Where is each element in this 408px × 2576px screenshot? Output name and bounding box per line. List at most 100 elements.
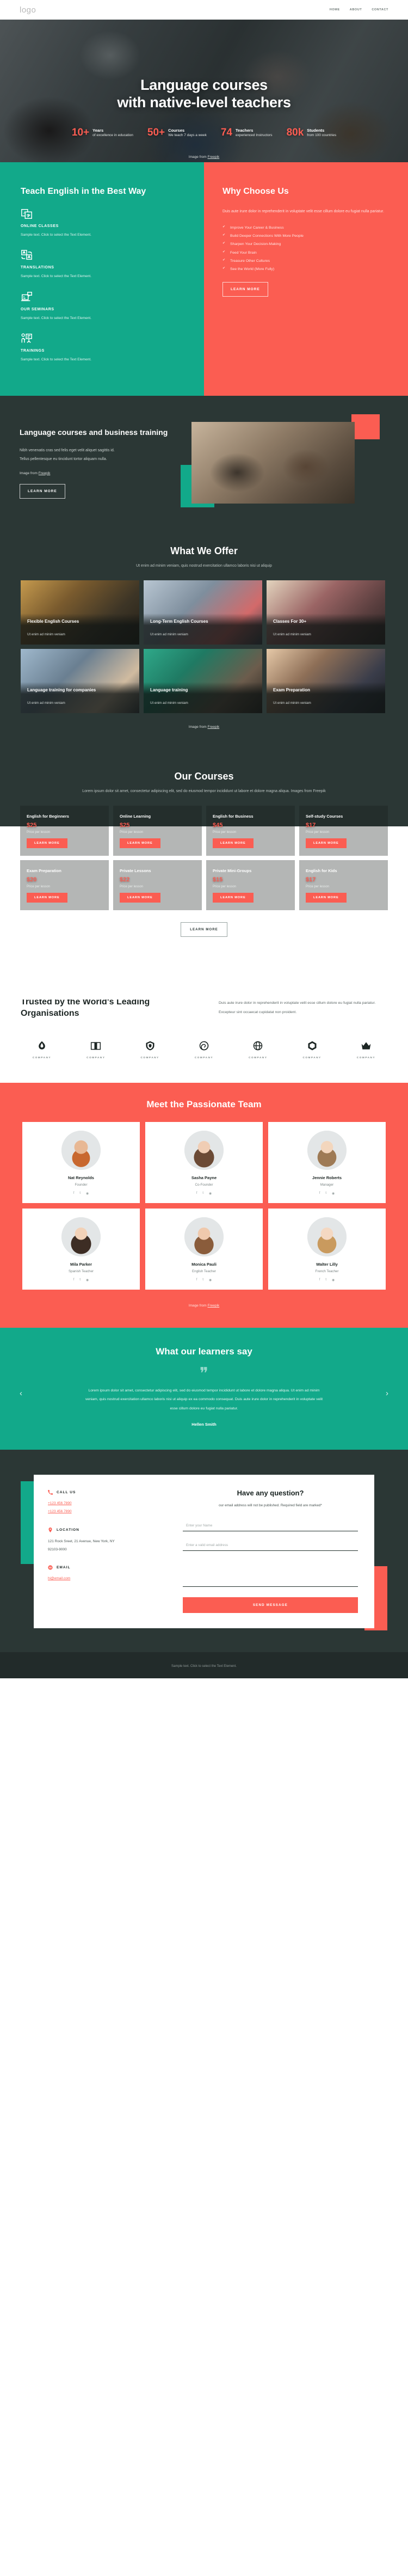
course-learn-more-button[interactable]: LEARN MORE [120, 892, 160, 903]
course-price: $17 [306, 821, 316, 829]
offer-card[interactable]: Classes For 30+ Ut enim ad minim veniam [267, 580, 385, 645]
feature-online-classes[interactable]: A ONLINE CLASSES Sample text. Click to s… [21, 208, 98, 238]
partner-logo[interactable]: COMPANY [345, 1040, 387, 1059]
course-price: $25 [27, 821, 37, 829]
name-input[interactable] [183, 1520, 358, 1531]
crown-logo-icon [360, 1040, 372, 1051]
offer-card[interactable]: Flexible English Courses Ut enim ad mini… [21, 580, 139, 645]
partner-logo[interactable]: COMPANY [129, 1040, 171, 1059]
course-title: Private Lessons [120, 868, 151, 873]
twitter-icon[interactable]: t [325, 1278, 326, 1282]
facebook-icon[interactable]: f [319, 1278, 320, 1282]
instagram-icon[interactable]: ◉ [209, 1192, 212, 1195]
freepik-link[interactable]: Freepik [208, 155, 220, 159]
team-member-card[interactable]: Mila Parker Spanish Teacher f t ◉ [22, 1208, 140, 1290]
instagram-icon[interactable]: ◉ [209, 1278, 212, 1282]
course-learn-more-button[interactable]: LEARN MORE [27, 838, 67, 848]
feature-trainings[interactable]: TRAININGS Sample text. Click to select t… [21, 333, 98, 363]
instagram-icon[interactable]: ◉ [332, 1192, 335, 1195]
course-card[interactable]: English for Business $45 Price per lesso… [206, 806, 295, 856]
avatar [307, 1217, 347, 1256]
member-name: Walter Lilly [316, 1261, 338, 1267]
team-member-card[interactable]: Sasha Payne Co-Founder f t ◉ [145, 1121, 263, 1203]
team-member-card[interactable]: Jennie Roberts Manager f t ◉ [268, 1121, 386, 1203]
business-learn-more-button[interactable]: LEARN MORE [20, 483, 65, 499]
avatar [184, 1130, 224, 1170]
nav-item-contact[interactable]: CONTACT [372, 8, 388, 11]
offer-credit-wrap: Image from Freepik [0, 721, 408, 752]
offer-card[interactable]: Long-Term English Courses Ut enim ad min… [144, 580, 262, 645]
site-header: logo HOME ABOUT CONTACT [0, 0, 408, 20]
team-member-card[interactable]: Walter Lilly French Teacher f t ◉ [268, 1208, 386, 1290]
offer-card[interactable]: Language training Ut enim ad minim venia… [144, 649, 262, 714]
course-learn-more-button[interactable]: LEARN MORE [213, 892, 254, 903]
team-title: Meet the Passionate Team [146, 1099, 262, 1109]
nav-item-home[interactable]: HOME [330, 8, 340, 11]
courses-learn-more-button[interactable]: LEARN MORE [181, 922, 227, 937]
twitter-icon[interactable]: t [202, 1192, 203, 1195]
testimonial-title: What our learners say [156, 1346, 252, 1357]
facebook-icon[interactable]: f [196, 1192, 197, 1195]
twitter-icon[interactable]: t [325, 1192, 326, 1195]
instagram-icon[interactable]: ◉ [86, 1278, 89, 1282]
feature-translations[interactable]: TRANSLATIONS Sample text. Click to selec… [21, 249, 98, 280]
offer-header: What We Offer Ut enim ad minim veniam, q… [0, 527, 408, 580]
facebook-icon[interactable]: f [73, 1278, 75, 1282]
instagram-icon[interactable]: ◉ [332, 1278, 335, 1282]
freepik-link[interactable]: Freepik [208, 1304, 220, 1308]
partner-logo[interactable]: COMPANY [183, 1040, 225, 1059]
freepik-link[interactable]: Freepik [208, 725, 220, 729]
course-learn-more-button[interactable]: LEARN MORE [306, 838, 347, 848]
facebook-icon[interactable]: f [319, 1192, 320, 1195]
team-member-card[interactable]: Nat Reynolds Founder f t ◉ [22, 1121, 140, 1203]
offer-card-title: Exam Preparation [273, 688, 311, 693]
freepik-link[interactable]: Freepik [39, 471, 51, 475]
course-learn-more-button[interactable]: LEARN MORE [120, 838, 160, 848]
course-learn-more-button[interactable]: LEARN MORE [306, 892, 347, 903]
translate-cards-icon: A [21, 208, 33, 220]
email-input[interactable] [183, 1540, 358, 1551]
course-card[interactable]: Private Mini-Groups $15 Price per lesson… [206, 860, 295, 911]
red-accent-block [351, 414, 380, 440]
course-card[interactable]: Self-study Courses $17 Price per lesson … [299, 806, 388, 856]
offer-card[interactable]: Language training for companies Ut enim … [21, 649, 139, 714]
offer-card[interactable]: Exam Preparation Ut enim ad minim veniam [267, 649, 385, 714]
send-message-button[interactable]: SEND MESSAGE [183, 1597, 358, 1613]
twitter-icon[interactable]: t [79, 1192, 81, 1195]
course-card[interactable]: English for Kids $17 Price per lesson LE… [299, 860, 388, 911]
twitter-icon[interactable]: t [202, 1278, 203, 1282]
course-card[interactable]: Online Learning $25 Price per lesson LEA… [113, 806, 202, 856]
courses-more-wrap: LEARN MORE [0, 922, 408, 937]
instagram-icon[interactable]: ◉ [86, 1192, 89, 1195]
stat-sub: from 100 countries [307, 133, 337, 137]
carousel-next-icon[interactable]: › [386, 1389, 388, 1398]
course-learn-more-button[interactable]: LEARN MORE [213, 838, 254, 848]
hero-image-credit: Image from Freepik [189, 155, 219, 162]
facebook-icon[interactable]: f [73, 1192, 75, 1195]
phone-link-2[interactable]: +123 456 7890 [48, 1508, 157, 1516]
course-learn-more-button[interactable]: LEARN MORE [27, 892, 67, 903]
facebook-icon[interactable]: f [196, 1278, 197, 1282]
course-card[interactable]: Exam Preparation $20 Price per lesson LE… [20, 860, 109, 911]
feature-our-seminars[interactable]: OUR SEMINARS Sample text. Click to selec… [21, 291, 98, 322]
phone-link-1[interactable]: +123 456 7890 [48, 1500, 157, 1508]
nav-item-about[interactable]: ABOUT [350, 8, 362, 11]
testimonial-author: Hellen Smith [191, 1421, 217, 1427]
partner-logo[interactable]: COMPANY [21, 1040, 63, 1059]
message-input[interactable] [183, 1558, 358, 1587]
partner-logo[interactable]: COMPANY [75, 1040, 117, 1059]
shield-logo-icon [145, 1040, 156, 1051]
course-card[interactable]: English for Beginners $25 Price per less… [20, 806, 109, 856]
member-socials: f t ◉ [275, 1278, 379, 1282]
twitter-icon[interactable]: t [79, 1278, 81, 1282]
partner-logo[interactable]: COMPANY [237, 1040, 279, 1059]
email-link[interactable]: hi@email.com [48, 1575, 157, 1583]
why-learn-more-button[interactable]: LEARN MORE [222, 282, 268, 297]
carousel-prev-icon[interactable]: ‹ [20, 1389, 22, 1398]
contact-form: Have any question? our email address wil… [169, 1475, 374, 1628]
partner-logo[interactable]: COMPANY [291, 1040, 333, 1059]
team-member-card[interactable]: Monica Pauli English Teacher f t ◉ [145, 1208, 263, 1290]
site-logo[interactable]: logo [20, 5, 36, 15]
course-card[interactable]: Private Lessons $22 Price per lesson LEA… [113, 860, 202, 911]
member-name: Sasha Payne [191, 1175, 217, 1180]
